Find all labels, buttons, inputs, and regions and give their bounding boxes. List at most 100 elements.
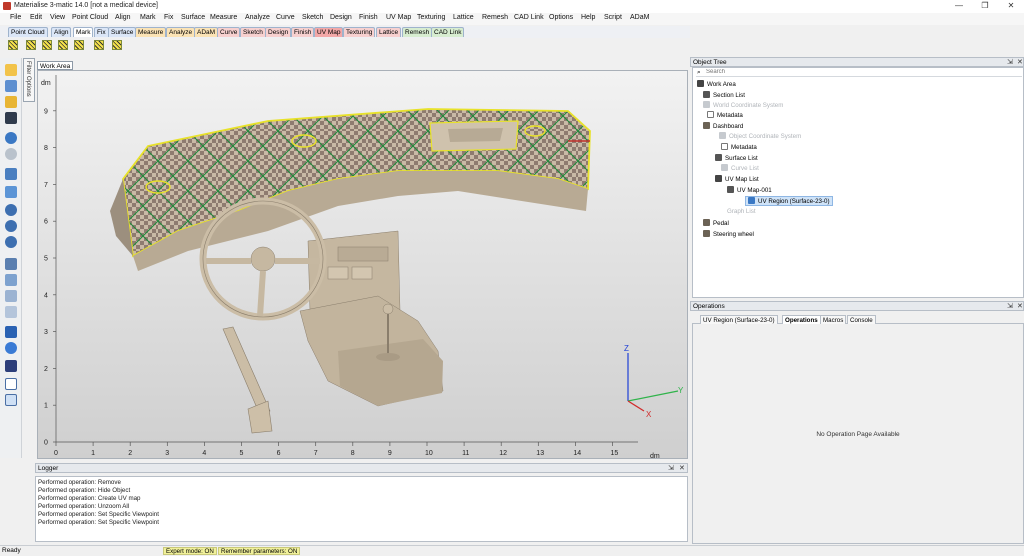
tree-item-section-list[interactable]: Section List: [703, 91, 745, 99]
rotate-icon[interactable]: [5, 186, 17, 198]
tab-uv-region[interactable]: UV Region (Surface-23-0): [700, 315, 778, 324]
tree-item-pedal[interactable]: Pedal: [703, 219, 729, 227]
remember-parameters-badge[interactable]: Remember parameters: ON: [218, 547, 301, 555]
tab-point-cloud[interactable]: Point Cloud: [8, 27, 48, 37]
tab-console[interactable]: Console: [847, 315, 876, 324]
menu-view[interactable]: View: [50, 14, 65, 21]
open-file-icon[interactable]: [5, 64, 17, 76]
undo-icon[interactable]: [5, 132, 17, 144]
operations-pin-button[interactable]: ⇲: [1007, 302, 1013, 310]
uv-flatten-icon[interactable]: [74, 40, 84, 50]
uv-region-icon[interactable]: [26, 40, 36, 50]
menu-adam[interactable]: ADaM: [630, 14, 649, 21]
tree-item-uv-map-001[interactable]: UV Map-001: [727, 186, 772, 194]
tab-adam[interactable]: ADaM: [194, 27, 219, 37]
tab-remesh[interactable]: Remesh: [402, 27, 433, 37]
menu-texturing[interactable]: Texturing: [417, 14, 445, 21]
tab-measure[interactable]: Measure: [135, 27, 167, 37]
filter-options-tab[interactable]: Filter Options: [23, 58, 35, 102]
tree-item-surface-list[interactable]: Surface List: [715, 154, 758, 162]
logger-close-button[interactable]: ✕: [679, 464, 685, 472]
tab-fix[interactable]: Fix: [94, 27, 109, 37]
menu-analyze[interactable]: Analyze: [245, 14, 270, 21]
menu-point-cloud[interactable]: Point Cloud: [72, 14, 108, 21]
menu-script[interactable]: Script: [604, 14, 622, 21]
menu-edit[interactable]: Edit: [30, 14, 42, 21]
uv-checker-icon[interactable]: [94, 40, 104, 50]
tab-lattice[interactable]: Lattice: [376, 27, 402, 37]
tab-cad-link[interactable]: CAD Link: [431, 27, 465, 37]
zoom-in-icon[interactable]: [5, 204, 17, 216]
tree-item-object-cs[interactable]: Object Coordinate System: [719, 132, 801, 140]
tree-item-metadata[interactable]: Metadata: [707, 111, 743, 119]
menu-curve[interactable]: Curve: [276, 14, 295, 21]
tab-analyze[interactable]: Analyze: [166, 27, 196, 37]
expert-mode-badge[interactable]: Expert mode: ON: [163, 547, 217, 555]
tab-sketch[interactable]: Sketch: [240, 27, 266, 37]
menu-options[interactable]: Options: [549, 14, 573, 21]
tab-mark[interactable]: Mark: [73, 27, 94, 37]
menu-sketch[interactable]: Sketch: [302, 14, 323, 21]
tree-item-steering-wheel[interactable]: Steering wheel: [703, 230, 754, 238]
save-icon[interactable]: [5, 80, 17, 92]
view-iso-icon[interactable]: [5, 274, 17, 286]
tab-uv-map[interactable]: UV Map: [314, 27, 344, 37]
axis-icon[interactable]: [5, 378, 17, 390]
menu-surface[interactable]: Surface: [181, 14, 205, 21]
tab-finish[interactable]: Finish: [291, 27, 315, 37]
menu-design[interactable]: Design: [330, 14, 352, 21]
menu-help[interactable]: Help: [581, 14, 595, 21]
menu-finish[interactable]: Finish: [359, 14, 378, 21]
folder-icon[interactable]: [5, 96, 17, 108]
work-area-tab[interactable]: Work Area: [37, 61, 74, 70]
zoom-out-icon[interactable]: [5, 236, 17, 248]
create-uv-map-icon[interactable]: [8, 40, 18, 50]
zoom-window-icon[interactable]: [5, 220, 17, 232]
navigate-icon[interactable]: [5, 168, 17, 180]
tree-item-graph-list[interactable]: Graph List: [727, 208, 756, 215]
tree-item-uv-map-list[interactable]: UV Map List: [715, 175, 759, 183]
pedal-model[interactable]: [222, 326, 273, 434]
grid-toggle-icon[interactable]: [5, 394, 17, 406]
search-input[interactable]: [706, 68, 1006, 76]
save-project-icon[interactable]: [5, 112, 17, 124]
tree-item-dashboard[interactable]: Dashboard: [703, 122, 743, 130]
tree-item-work-area[interactable]: Work Area: [697, 80, 736, 88]
view-top-icon[interactable]: [5, 290, 17, 302]
operations-close-button[interactable]: ✕: [1017, 302, 1023, 310]
tree-item-curve-list[interactable]: Curve List: [721, 164, 759, 172]
tree-item-metadata[interactable]: Metadata: [721, 143, 757, 151]
menu-remesh[interactable]: Remesh: [482, 14, 508, 21]
shaded-cube-icon[interactable]: [5, 326, 17, 338]
tree-item-uv-region[interactable]: UV Region (Surface-23-0): [745, 196, 833, 206]
menu-lattice[interactable]: Lattice: [453, 14, 474, 21]
object-tree-close-button[interactable]: ✕: [1017, 58, 1023, 66]
tab-align[interactable]: Align: [51, 27, 72, 37]
logger-pin-button[interactable]: ⇲: [668, 464, 674, 472]
tab-design[interactable]: Design: [265, 27, 292, 37]
view-side-icon[interactable]: [5, 306, 17, 318]
tab-surface[interactable]: Surface: [108, 27, 137, 37]
uv-seam-icon[interactable]: [42, 40, 52, 50]
tab-curve[interactable]: Curve: [217, 27, 241, 37]
uv-unwrap-icon[interactable]: [58, 40, 68, 50]
uv-texture-icon[interactable]: [112, 40, 122, 50]
tree-item-world-cs[interactable]: World Coordinate System: [703, 101, 783, 109]
sphere-icon[interactable]: [5, 342, 17, 354]
object-tree-search[interactable]: ⌕: [696, 68, 1022, 77]
menu-cad-link[interactable]: CAD Link: [514, 14, 544, 21]
object-tree-pin-button[interactable]: ⇲: [1007, 58, 1013, 66]
render-mode-icon[interactable]: [5, 360, 17, 372]
menu-file[interactable]: File: [10, 14, 21, 21]
maximize-button[interactable]: ❐: [972, 0, 998, 13]
menu-measure[interactable]: Measure: [210, 14, 237, 21]
tab-texturing[interactable]: Texturing: [343, 27, 376, 37]
view-front-icon[interactable]: [5, 258, 17, 270]
tab-operations[interactable]: Operations: [782, 315, 821, 324]
close-window-button[interactable]: ✕: [998, 0, 1024, 13]
menu-align[interactable]: Align: [115, 14, 131, 21]
menu-fix[interactable]: Fix: [164, 14, 173, 21]
work-area-viewport[interactable]: 0123456789 0 1 2 3 4 5 6 7 8 9 10 11 12 13 14 15 dm dm: [37, 70, 688, 459]
tab-macros[interactable]: Macros: [820, 315, 847, 324]
menu-mark[interactable]: Mark: [140, 14, 156, 21]
